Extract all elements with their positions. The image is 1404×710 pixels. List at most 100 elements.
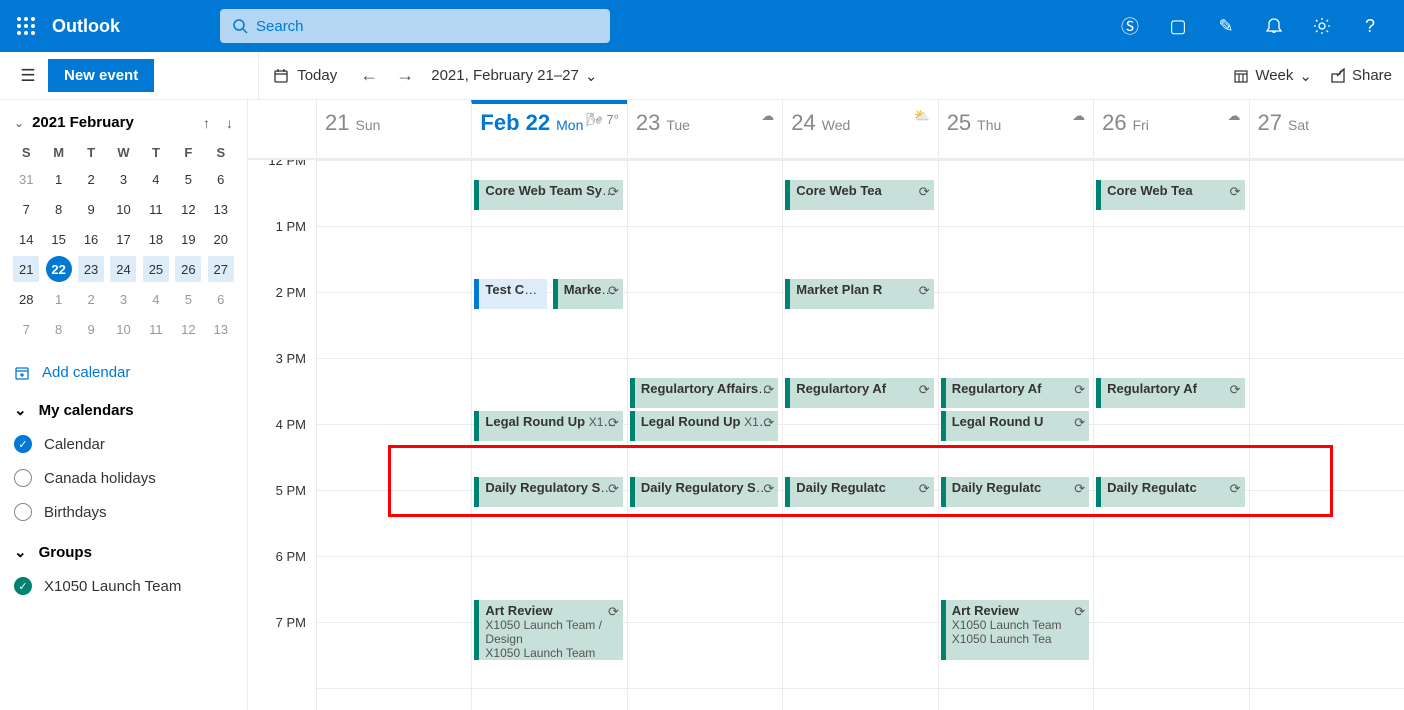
mini-day[interactable]: 20 xyxy=(208,226,234,252)
day-column[interactable]: Core Web Tea⟳ Regulartory Af⟳ Daily Regula… xyxy=(1093,160,1248,710)
prev-week-button[interactable]: ← xyxy=(351,65,387,86)
mini-day[interactable]: 15 xyxy=(46,226,72,252)
mini-day[interactable]: 9 xyxy=(78,196,104,222)
day-header[interactable]: 26Fri☁ xyxy=(1093,100,1248,158)
calendar-event[interactable]: Legal Round U⟳ xyxy=(941,411,1089,441)
calendar-event[interactable]: Market Plan R⟳ xyxy=(785,279,933,309)
mini-day[interactable]: 7 xyxy=(13,316,39,342)
next-week-button[interactable]: → xyxy=(387,65,423,86)
mini-day[interactable]: 31 xyxy=(13,166,39,192)
calendar-event[interactable]: Test Calendar xyxy=(474,279,546,309)
mini-day[interactable]: 12 xyxy=(175,316,201,342)
groups-header[interactable]: ⌄ Groups xyxy=(14,543,233,561)
calendar-event[interactable]: Core Web Tea⟳ xyxy=(1096,180,1244,210)
mini-day[interactable]: 21 xyxy=(13,256,39,282)
notifications-icon[interactable] xyxy=(1252,4,1296,48)
chevron-down-icon[interactable]: ⌄ xyxy=(14,116,24,130)
calendar-event[interactable]: Core Web Team Sync X1050 L⟳ xyxy=(474,180,622,210)
calendar-event[interactable]: Regulartory Af⟳ xyxy=(1096,378,1244,408)
mini-day[interactable]: 7 xyxy=(13,196,39,222)
day-column[interactable]: Regulartory Affairs X105⟳Legal Round Up … xyxy=(627,160,782,710)
day-column[interactable]: Regulartory Af⟳Legal Round U⟳ Daily Regul… xyxy=(938,160,1093,710)
mini-day[interactable]: 28 xyxy=(13,286,39,312)
help-icon[interactable]: ? xyxy=(1348,4,1392,48)
mini-next-month[interactable]: ↓ xyxy=(222,115,237,131)
mini-day[interactable]: 1 xyxy=(46,286,72,312)
day-header[interactable]: 25Thu☁ xyxy=(938,100,1093,158)
calendar-event[interactable]: Daily Regulatc⟳ xyxy=(941,477,1089,507)
calendar-event[interactable]: Market Plan⟳ xyxy=(553,279,623,309)
search-input[interactable] xyxy=(256,18,598,35)
notes-icon[interactable]: ✎ xyxy=(1204,4,1248,48)
mini-day[interactable]: 13 xyxy=(208,316,234,342)
mini-day[interactable]: 3 xyxy=(110,286,136,312)
mini-day[interactable]: 19 xyxy=(175,226,201,252)
mini-day[interactable]: 18 xyxy=(143,226,169,252)
calendar-event[interactable]: Regulartory Af⟳ xyxy=(941,378,1089,408)
mini-day[interactable]: 10 xyxy=(110,196,136,222)
mini-day[interactable]: 2 xyxy=(78,166,104,192)
day-header[interactable]: 23Tue☁ xyxy=(627,100,782,158)
checked-icon[interactable]: ✓ xyxy=(14,435,32,453)
day-column[interactable]: Core Web Team Sync X1050 L⟳ Test Calendar… xyxy=(471,160,626,710)
calendar-event[interactable]: Regulartory Affairs X105⟳ xyxy=(630,378,778,408)
mini-day[interactable]: 10 xyxy=(110,316,136,342)
mini-day[interactable]: 8 xyxy=(46,316,72,342)
hamburger-icon[interactable]: ☰ xyxy=(12,66,44,86)
share-button[interactable]: Share xyxy=(1330,67,1392,84)
day-header[interactable]: 24Wed⛅ xyxy=(782,100,937,158)
calendar-event[interactable]: Daily Regulatory Sync-Up Cc⟳ xyxy=(474,477,622,507)
search-box[interactable] xyxy=(220,9,610,43)
calendar-item[interactable]: ✓X1050 Launch Team xyxy=(10,569,237,603)
calendar-event[interactable]: Art ReviewX1050 Launch Team / DesignX105… xyxy=(474,600,622,660)
mini-day[interactable]: 6 xyxy=(208,286,234,312)
calendar-event[interactable]: Core Web Tea⟳ xyxy=(785,180,933,210)
calendar-event[interactable]: Legal Round Up X1050 Launch⟳ xyxy=(474,411,622,441)
mini-day[interactable]: 24 xyxy=(110,256,136,282)
today-button[interactable]: Today xyxy=(259,67,351,84)
new-event-button[interactable]: New event xyxy=(48,59,154,92)
mini-prev-month[interactable]: ↑ xyxy=(199,115,214,131)
mini-day[interactable]: 4 xyxy=(143,166,169,192)
mini-day[interactable]: 12 xyxy=(175,196,201,222)
checked-icon[interactable]: ✓ xyxy=(14,577,32,595)
mini-day[interactable]: 4 xyxy=(143,286,169,312)
mini-day[interactable]: 23 xyxy=(78,256,104,282)
calendar-event[interactable]: Legal Round Up X1050 L⟳ xyxy=(630,411,778,441)
calendar-item[interactable]: Canada holidays xyxy=(10,461,237,495)
mini-day[interactable]: 14 xyxy=(13,226,39,252)
calendar-event[interactable]: Art ReviewX1050 Launch TeamX1050 Launch … xyxy=(941,600,1089,660)
calendar-event[interactable]: Daily Regulatc⟳ xyxy=(1096,477,1244,507)
mini-day[interactable]: 17 xyxy=(110,226,136,252)
day-header[interactable]: 27Sat xyxy=(1249,100,1404,158)
calendar-item[interactable]: Birthdays xyxy=(10,495,237,529)
mini-day[interactable]: 1 xyxy=(46,166,72,192)
mini-day[interactable]: 26 xyxy=(175,256,201,282)
add-calendar-button[interactable]: Add calendar xyxy=(14,364,233,381)
mini-day[interactable]: 5 xyxy=(175,166,201,192)
teams-icon[interactable]: ▢ xyxy=(1156,4,1200,48)
mini-day[interactable]: 6 xyxy=(208,166,234,192)
day-column[interactable]: Core Web Tea⟳ Market Plan R⟳ Regulartory A… xyxy=(782,160,937,710)
day-column[interactable] xyxy=(316,160,471,710)
mini-day[interactable]: 5 xyxy=(175,286,201,312)
mini-day[interactable]: 11 xyxy=(143,196,169,222)
mini-day[interactable]: 27 xyxy=(208,256,234,282)
mini-day[interactable]: 13 xyxy=(208,196,234,222)
app-launcher-icon[interactable] xyxy=(0,0,52,52)
mini-day[interactable]: 22 xyxy=(46,256,72,282)
day-column[interactable] xyxy=(1249,160,1404,710)
mini-day[interactable]: 3 xyxy=(110,166,136,192)
skype-icon[interactable]: Ⓢ xyxy=(1108,4,1152,48)
calendar-event[interactable]: Daily Regulatc⟳ xyxy=(785,477,933,507)
unchecked-icon[interactable] xyxy=(14,503,32,521)
my-calendars-header[interactable]: ⌄ My calendars xyxy=(14,401,233,419)
mini-day[interactable]: 11 xyxy=(143,316,169,342)
calendar-event[interactable]: Daily Regulatory Sync-U⟳ xyxy=(630,477,778,507)
mini-day[interactable]: 2 xyxy=(78,286,104,312)
date-range-picker[interactable]: 2021, February 21–27 ⌄ xyxy=(431,67,597,85)
calendar-event[interactable]: Regulartory Af⟳ xyxy=(785,378,933,408)
mini-day[interactable]: 25 xyxy=(143,256,169,282)
calendar-item[interactable]: ✓Calendar xyxy=(10,427,237,461)
unchecked-icon[interactable] xyxy=(14,469,32,487)
